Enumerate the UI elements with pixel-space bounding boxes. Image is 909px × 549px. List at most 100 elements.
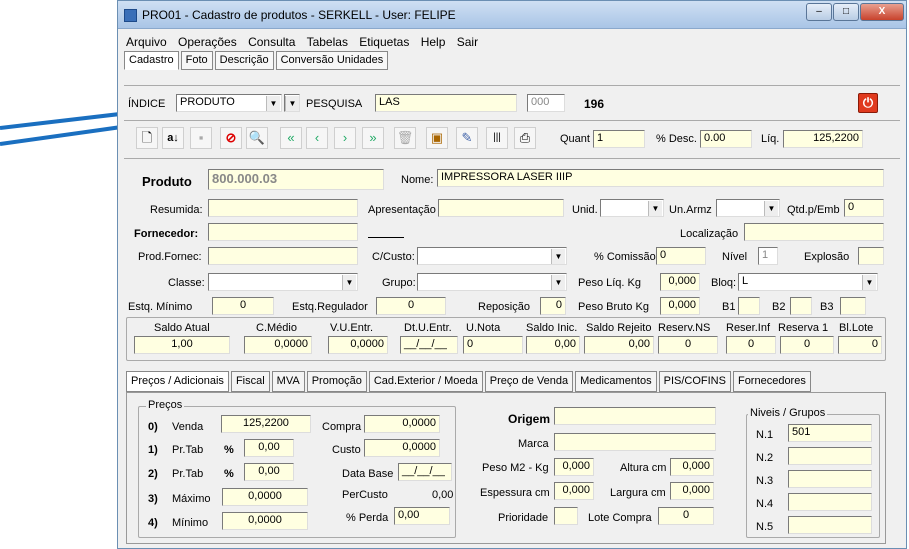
n3-input[interactable]: [788, 470, 872, 488]
next-record-icon[interactable]: ›: [334, 127, 356, 149]
lotecompra-input[interactable]: 0: [658, 507, 714, 525]
prioridade-input[interactable]: [554, 507, 578, 525]
grupo-select[interactable]: ▼: [417, 273, 567, 291]
indice-order-dropdown[interactable]: ▼: [284, 94, 300, 112]
pesobruto-input[interactable]: 0,000: [660, 297, 700, 315]
tab-conversao-unidades[interactable]: Conversão Unidades: [275, 51, 389, 70]
maximize-button[interactable]: □: [833, 3, 859, 21]
custo-input[interactable]: 0,0000: [364, 439, 440, 457]
resumida-input[interactable]: [208, 199, 358, 217]
tab-medicamentos[interactable]: Medicamentos: [575, 371, 657, 392]
qtdemb-label: Qtd.p/Emb: [787, 204, 840, 216]
tab-fornecedores[interactable]: Fornecedores: [732, 371, 811, 392]
b2-input[interactable]: [790, 297, 812, 315]
apresentacao-input[interactable]: [438, 199, 564, 217]
maximo-input[interactable]: 0,0000: [222, 488, 308, 506]
tab-preco-de-venda[interactable]: Preço de Venda: [484, 371, 574, 392]
power-icon[interactable]: ⏻: [858, 93, 878, 113]
price-num: 3): [148, 493, 158, 505]
menu-consulta[interactable]: Consulta: [248, 35, 295, 49]
produto-code-input[interactable]: 800.000.03: [208, 169, 384, 190]
liq-input[interactable]: 125,2200: [783, 130, 863, 148]
barcode-icon[interactable]: |||: [486, 127, 508, 149]
prtab2-input[interactable]: 0,00: [244, 463, 294, 481]
trash-icon[interactable]: 🗑: [394, 127, 416, 149]
printer-icon[interactable]: ⎙: [514, 127, 536, 149]
tab-cad-exterior-moeda[interactable]: Cad.Exterior / Moeda: [368, 371, 483, 392]
marca-input[interactable]: [554, 433, 716, 451]
pesoliq-input[interactable]: 0,000: [660, 273, 700, 291]
perda-input[interactable]: 0,00: [394, 507, 450, 525]
tab-fiscal[interactable]: Fiscal: [230, 371, 270, 392]
minimize-button[interactable]: –: [806, 3, 832, 21]
explosao-input[interactable]: [858, 247, 884, 265]
dtuentr-value: __/__/__: [400, 336, 458, 354]
stock-header: Saldo Rejeito: [586, 322, 652, 334]
fornecedor-input[interactable]: [208, 223, 358, 241]
pesquisa-input[interactable]: LAS: [375, 94, 517, 112]
bloq-select[interactable]: L ▼: [738, 273, 878, 291]
tab-promocao[interactable]: Promoção: [306, 371, 367, 392]
origem-input[interactable]: [554, 407, 716, 425]
previous-record-icon[interactable]: ‹: [306, 127, 328, 149]
localizacao-input[interactable]: [744, 223, 884, 241]
tab-foto[interactable]: Foto: [180, 51, 213, 70]
unid-select[interactable]: ▼: [600, 199, 664, 217]
edit-icon[interactable]: ✎: [456, 127, 478, 149]
venda-input[interactable]: 125,2200: [221, 415, 311, 433]
unarmz-select[interactable]: ▼: [716, 199, 780, 217]
largura-input[interactable]: 0,000: [670, 482, 714, 500]
search-icon[interactable]: 🔍: [246, 127, 268, 149]
percusto-label: PerCusto: [342, 489, 388, 501]
bloq-label: Bloq:: [711, 277, 737, 289]
stock-header: U.Nota: [466, 322, 501, 334]
tab-pis-cofins[interactable]: PIS/COFINS: [658, 371, 731, 392]
tab-descricao[interactable]: Descrição: [214, 51, 274, 70]
menu-sair[interactable]: Sair: [457, 35, 478, 49]
first-record-icon[interactable]: «: [280, 127, 302, 149]
altura-input[interactable]: 0,000: [670, 458, 714, 476]
menu-operacoes[interactable]: Operações: [178, 35, 237, 49]
comissao-input[interactable]: 0: [656, 247, 706, 265]
tab-precos-adicionais[interactable]: Preços / Adicionais: [126, 371, 229, 392]
classe-select[interactable]: ▼: [208, 273, 358, 291]
qtdemb-input[interactable]: 0: [844, 199, 884, 217]
tab-mva[interactable]: MVA: [271, 371, 305, 392]
espessura-input[interactable]: 0,000: [554, 482, 594, 500]
unid-label: Unid.: [572, 204, 598, 216]
ccusto-select[interactable]: ▼: [417, 247, 567, 265]
package-icon[interactable]: ▣: [426, 127, 448, 149]
database-input[interactable]: __/__/__: [398, 463, 452, 481]
n5-input[interactable]: [788, 516, 872, 534]
menu-help[interactable]: Help: [421, 35, 446, 49]
estqreg-input[interactable]: 0: [376, 297, 446, 315]
minimo-input[interactable]: 0,0000: [222, 512, 308, 530]
menu-etiquetas[interactable]: Etiquetas: [359, 35, 409, 49]
n4-input[interactable]: [788, 493, 872, 511]
chevron-down-icon[interactable]: ▼: [266, 96, 280, 111]
last-record-icon[interactable]: »: [362, 127, 384, 149]
desc-input[interactable]: 0.00: [700, 130, 752, 148]
compra-input[interactable]: 0,0000: [364, 415, 440, 433]
save-icon[interactable]: ▪: [190, 127, 212, 149]
indice-select[interactable]: PRODUTO ▼: [176, 94, 282, 112]
menu-tabelas[interactable]: Tabelas: [307, 35, 348, 49]
close-button[interactable]: X: [860, 3, 904, 21]
prtab1-input[interactable]: 0,00: [244, 439, 294, 457]
menu-arquivo[interactable]: Arquivo: [126, 35, 167, 49]
n1-input[interactable]: 501: [788, 424, 872, 442]
estqmin-input[interactable]: 0: [212, 297, 274, 315]
cancel-icon[interactable]: ⊘: [220, 127, 242, 149]
tab-cadastro[interactable]: Cadastro: [124, 51, 179, 70]
sort-icon[interactable]: a↓: [162, 127, 184, 149]
n2-input[interactable]: [788, 447, 872, 465]
reposicao-input[interactable]: 0: [540, 297, 566, 315]
b1-input[interactable]: [738, 297, 760, 315]
b3-input[interactable]: [840, 297, 866, 315]
quant-input[interactable]: 1: [593, 130, 645, 148]
price-num: 4): [148, 517, 158, 529]
prodfornec-input[interactable]: [208, 247, 358, 265]
new-doc-icon[interactable]: 🗋: [136, 127, 158, 149]
pesom2-input[interactable]: 0,000: [554, 458, 594, 476]
nome-input[interactable]: IMPRESSORA LASER IIIP: [437, 169, 884, 187]
